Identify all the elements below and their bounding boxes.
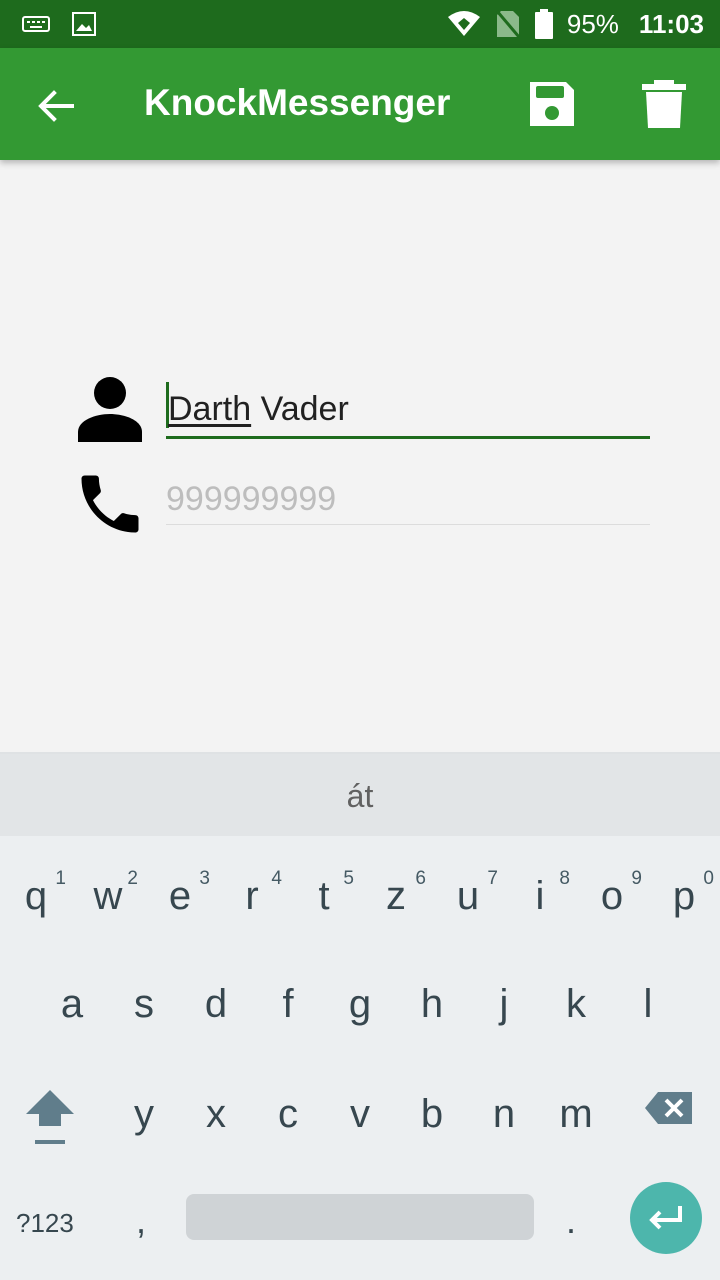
key-r[interactable]: 4r: [216, 868, 288, 954]
key-letter: d: [204, 982, 228, 1026]
comma-key[interactable]: ,: [136, 1200, 146, 1242]
no-sim-icon: [495, 10, 521, 38]
name-input[interactable]: Darth Vader: [166, 382, 650, 439]
key-letter: g: [348, 982, 372, 1026]
wifi-icon: [447, 11, 480, 36]
name-underlined-word: Darth: [168, 390, 252, 428]
key-i[interactable]: 8i: [504, 868, 576, 954]
battery-percentage: 95%: [566, 8, 619, 39]
image-icon: [72, 12, 96, 36]
key-s[interactable]: s: [108, 982, 180, 1062]
key-a[interactable]: a: [36, 982, 108, 1062]
clock: 11:03: [638, 8, 704, 39]
key-hint: 5: [343, 868, 354, 889]
battery-icon: [534, 9, 553, 39]
key-letter: l: [643, 982, 653, 1026]
key-z[interactable]: 6z: [360, 868, 432, 954]
key-d[interactable]: d: [180, 982, 252, 1062]
key-l[interactable]: l: [612, 982, 684, 1062]
suggestion-item[interactable]: át: [0, 778, 720, 815]
status-bar: 95% 11:03: [0, 0, 720, 48]
phone-icon: [81, 475, 139, 533]
keyboard-icon: [22, 16, 50, 32]
key-letter: v: [350, 1092, 370, 1136]
phone-placeholder: 999999999: [166, 480, 337, 518]
key-letter: f: [282, 982, 294, 1026]
key-letter: m: [559, 1092, 593, 1136]
key-q[interactable]: 1q: [0, 868, 72, 954]
key-c[interactable]: c: [252, 1092, 324, 1172]
key-letter: c: [278, 1092, 298, 1136]
key-letter: k: [566, 982, 586, 1026]
key-w[interactable]: 2w: [72, 868, 144, 954]
key-hint: 8: [559, 868, 570, 889]
key-letter: s: [134, 982, 154, 1026]
key-letter: b: [420, 1092, 444, 1136]
key-hint: 7: [487, 868, 498, 889]
key-hint: 2: [127, 868, 138, 889]
name-value: Darth Vader: [168, 390, 349, 429]
key-letter: h: [420, 982, 444, 1026]
app-bar: KnockMessenger: [0, 48, 720, 160]
key-j[interactable]: j: [468, 982, 540, 1062]
key-letter: j: [499, 982, 509, 1026]
delete-icon[interactable]: [640, 78, 688, 130]
key-f[interactable]: f: [252, 982, 324, 1062]
key-e[interactable]: 3e: [144, 868, 216, 954]
period-key[interactable]: .: [566, 1200, 576, 1242]
key-u[interactable]: 7u: [432, 868, 504, 954]
key-k[interactable]: k: [540, 982, 612, 1062]
key-letter: x: [206, 1092, 226, 1136]
key-t[interactable]: 5t: [288, 868, 360, 954]
key-hint: 0: [703, 868, 714, 889]
key-letter: y: [134, 1092, 154, 1136]
key-n[interactable]: n: [468, 1092, 540, 1172]
soft-keyboard: át 1q 2w 3e 4r 5t 6z 7u 8i 9o 0p a s d f…: [0, 752, 720, 1280]
key-hint: 1: [55, 868, 66, 889]
key-x[interactable]: x: [180, 1092, 252, 1172]
enter-icon: [649, 1206, 682, 1230]
key-h[interactable]: h: [396, 982, 468, 1062]
key-letter: n: [492, 1092, 516, 1136]
key-hint: 4: [271, 868, 282, 889]
key-hint: 9: [631, 868, 642, 889]
key-letter: a: [60, 982, 84, 1026]
key-y[interactable]: y: [108, 1092, 180, 1172]
key-o[interactable]: 9o: [576, 868, 648, 954]
person-icon: [78, 377, 142, 442]
key-g[interactable]: g: [324, 982, 396, 1062]
phone-input[interactable]: 999999999: [166, 474, 650, 525]
key-v[interactable]: v: [324, 1092, 396, 1172]
key-b[interactable]: b: [396, 1092, 468, 1172]
shift-icon[interactable]: [24, 1086, 76, 1150]
symbols-key[interactable]: ?123: [16, 1208, 74, 1239]
name-remaining-text: Vader: [251, 390, 349, 428]
backspace-icon[interactable]: [644, 1090, 694, 1126]
space-key[interactable]: [186, 1194, 534, 1240]
save-icon[interactable]: [526, 78, 578, 130]
enter-key[interactable]: [630, 1182, 702, 1254]
key-m[interactable]: m: [540, 1092, 612, 1172]
key-hint: 3: [199, 868, 210, 889]
key-p[interactable]: 0p: [648, 868, 720, 954]
app-title: KnockMessenger: [144, 82, 451, 123]
key-hint: 6: [415, 868, 426, 889]
arrow-back-icon[interactable]: [34, 84, 78, 128]
suggestion-strip: át: [0, 752, 720, 836]
